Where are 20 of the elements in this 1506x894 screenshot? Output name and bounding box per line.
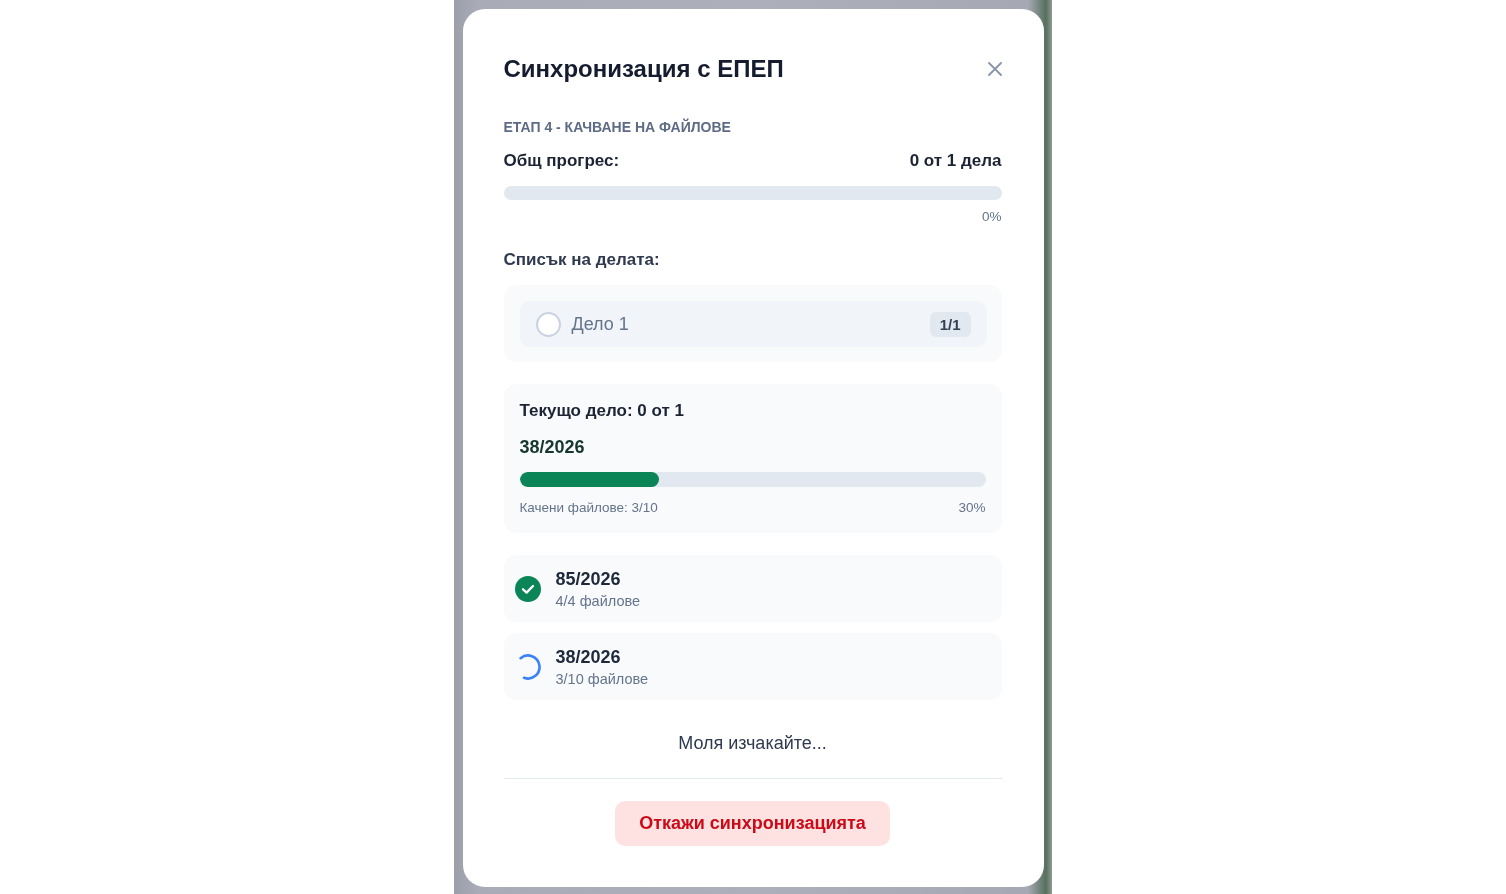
case-name: Дело 1 bbox=[571, 313, 630, 335]
overall-progress-percent: 0% bbox=[982, 209, 1002, 225]
file-count: 4/4 файлове bbox=[555, 591, 641, 610]
case-number: 38/2026 bbox=[555, 645, 622, 668]
overall-progress-label: Общ прогрес: bbox=[503, 150, 620, 172]
stage-label: ЕТАП 4 - КАЧВАНЕ НА ФАЙЛОВЕ bbox=[503, 118, 732, 136]
case-number: 85/2026 bbox=[555, 567, 622, 590]
current-case-number: 38/2026 bbox=[519, 436, 586, 458]
cancel-sync-button[interactable]: Откажи синхронизацията bbox=[615, 801, 890, 846]
current-case-title: Текущо дело: 0 от 1 bbox=[519, 400, 685, 422]
overall-progress-count: 0 от 1 дела bbox=[909, 150, 1002, 172]
case-list-item[interactable]: Дело 1 1/1 bbox=[519, 301, 987, 347]
close-icon bbox=[987, 62, 1002, 76]
dialog-title: Синхронизация с ЕПЕП bbox=[503, 54, 784, 84]
current-case-percent: 30% bbox=[958, 500, 986, 516]
case-list-title: Списък на делата: bbox=[503, 249, 661, 271]
case-count-badge: 1/1 bbox=[929, 311, 971, 337]
file-count: 3/10 файлове bbox=[555, 669, 649, 688]
uploaded-files-label: Качени файлове: 3/10 bbox=[519, 500, 658, 516]
wait-message: Моля изчакайте... bbox=[677, 732, 828, 754]
